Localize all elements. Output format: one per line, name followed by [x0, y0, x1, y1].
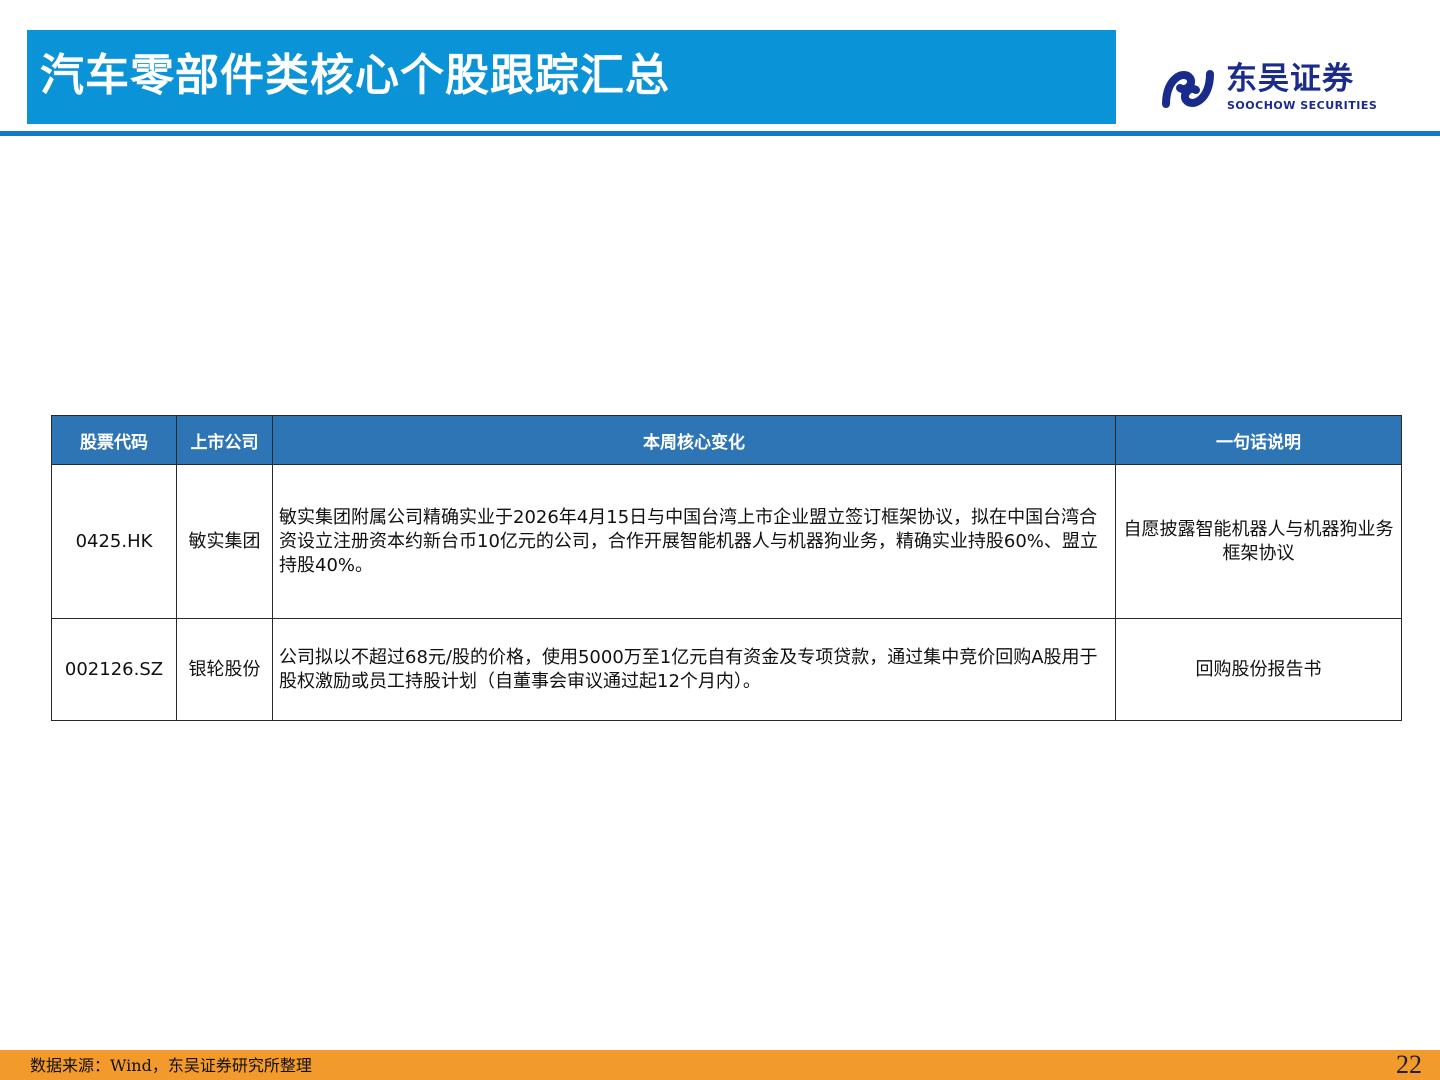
weekly-change-cell: 敏实集团附属公司精确实业于2026年4月15日与中国台湾上市企业盟立签订框架协议…: [272, 464, 1116, 619]
summary-cell: 自愿披露智能机器人与机器狗业务框架协议: [1115, 464, 1402, 619]
header-stock-code: 股票代码: [51, 415, 177, 465]
data-source-note: 数据来源：Wind，东吴证券研究所整理: [30, 1056, 312, 1075]
table-header-row: 股票代码 上市公司 本周核心变化 一句话说明: [51, 415, 1402, 465]
stock-code-cell: 0425.HK: [51, 464, 177, 619]
soochow-logo-mark-icon: [1162, 70, 1214, 108]
title-bar: 汽车零部件类核心个股跟踪汇总: [27, 30, 1116, 124]
page-title: 汽车零部件类核心个股跟踪汇总: [40, 50, 670, 101]
weekly-change-cell: 公司拟以不超过68元/股的价格，使用5000万至1亿元自有资金及专项贷款，通过集…: [272, 618, 1116, 721]
company-cell: 银轮股份: [176, 618, 273, 721]
header-weekly-change: 本周核心变化: [272, 415, 1116, 465]
logo-english-name: SOOCHOW SECURITIES: [1227, 99, 1378, 112]
brand-logo: 东吴证券 SOOCHOW SECURITIES: [1160, 60, 1377, 116]
footer-bar: 数据来源：Wind，东吴证券研究所整理 22: [0, 1050, 1440, 1080]
logo-chinese-name: 东吴证券: [1226, 61, 1354, 97]
title-divider: [0, 131, 1440, 136]
page-number: 22: [1396, 1050, 1422, 1079]
table-row: 002126.SZ 银轮股份 公司拟以不超过68元/股的价格，使用5000万至1…: [51, 618, 1402, 721]
stock-code-cell: 002126.SZ: [51, 618, 177, 721]
header-one-line-summary: 一句话说明: [1115, 415, 1402, 465]
stock-tracking-table: 股票代码 上市公司 本周核心变化 一句话说明 0425.HK 敏实集团 敏实集团…: [51, 415, 1402, 721]
table-row: 0425.HK 敏实集团 敏实集团附属公司精确实业于2026年4月15日与中国台…: [51, 464, 1402, 619]
company-cell: 敏实集团: [176, 464, 273, 619]
header-listed-company: 上市公司: [176, 415, 273, 465]
summary-cell: 回购股份报告书: [1115, 618, 1402, 721]
